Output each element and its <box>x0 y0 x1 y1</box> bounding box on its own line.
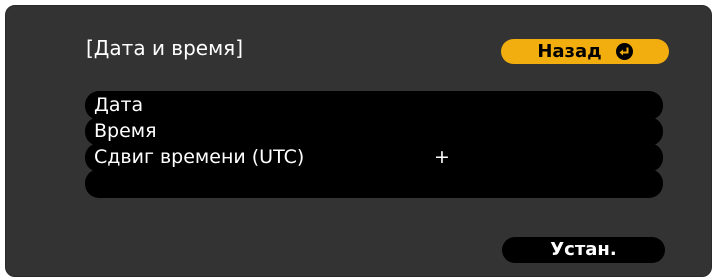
menu-item-label: Время <box>94 120 157 142</box>
settings-menu: Дата Время Сдвиг времени (UTC) + <box>85 91 663 198</box>
dialog-panel: [Дата и время] Назад Дата Время Сдвиг вр… <box>5 5 712 277</box>
set-button[interactable]: Устан. <box>502 237 665 263</box>
menu-item-label: Дата <box>94 94 144 116</box>
menu-item-empty[interactable] <box>85 169 663 198</box>
back-button-label: Назад <box>537 41 602 62</box>
enter-icon <box>615 43 633 60</box>
menu-item-time-offset[interactable]: Сдвиг времени (UTC) + <box>85 143 663 172</box>
menu-item-label: Сдвиг времени (UTC) <box>94 146 305 168</box>
time-offset-sign: + <box>434 146 450 168</box>
back-button[interactable]: Назад <box>501 39 669 64</box>
page-title: [Дата и время] <box>86 36 244 60</box>
menu-item-time[interactable]: Время <box>85 117 663 146</box>
menu-item-date[interactable]: Дата <box>85 91 663 120</box>
